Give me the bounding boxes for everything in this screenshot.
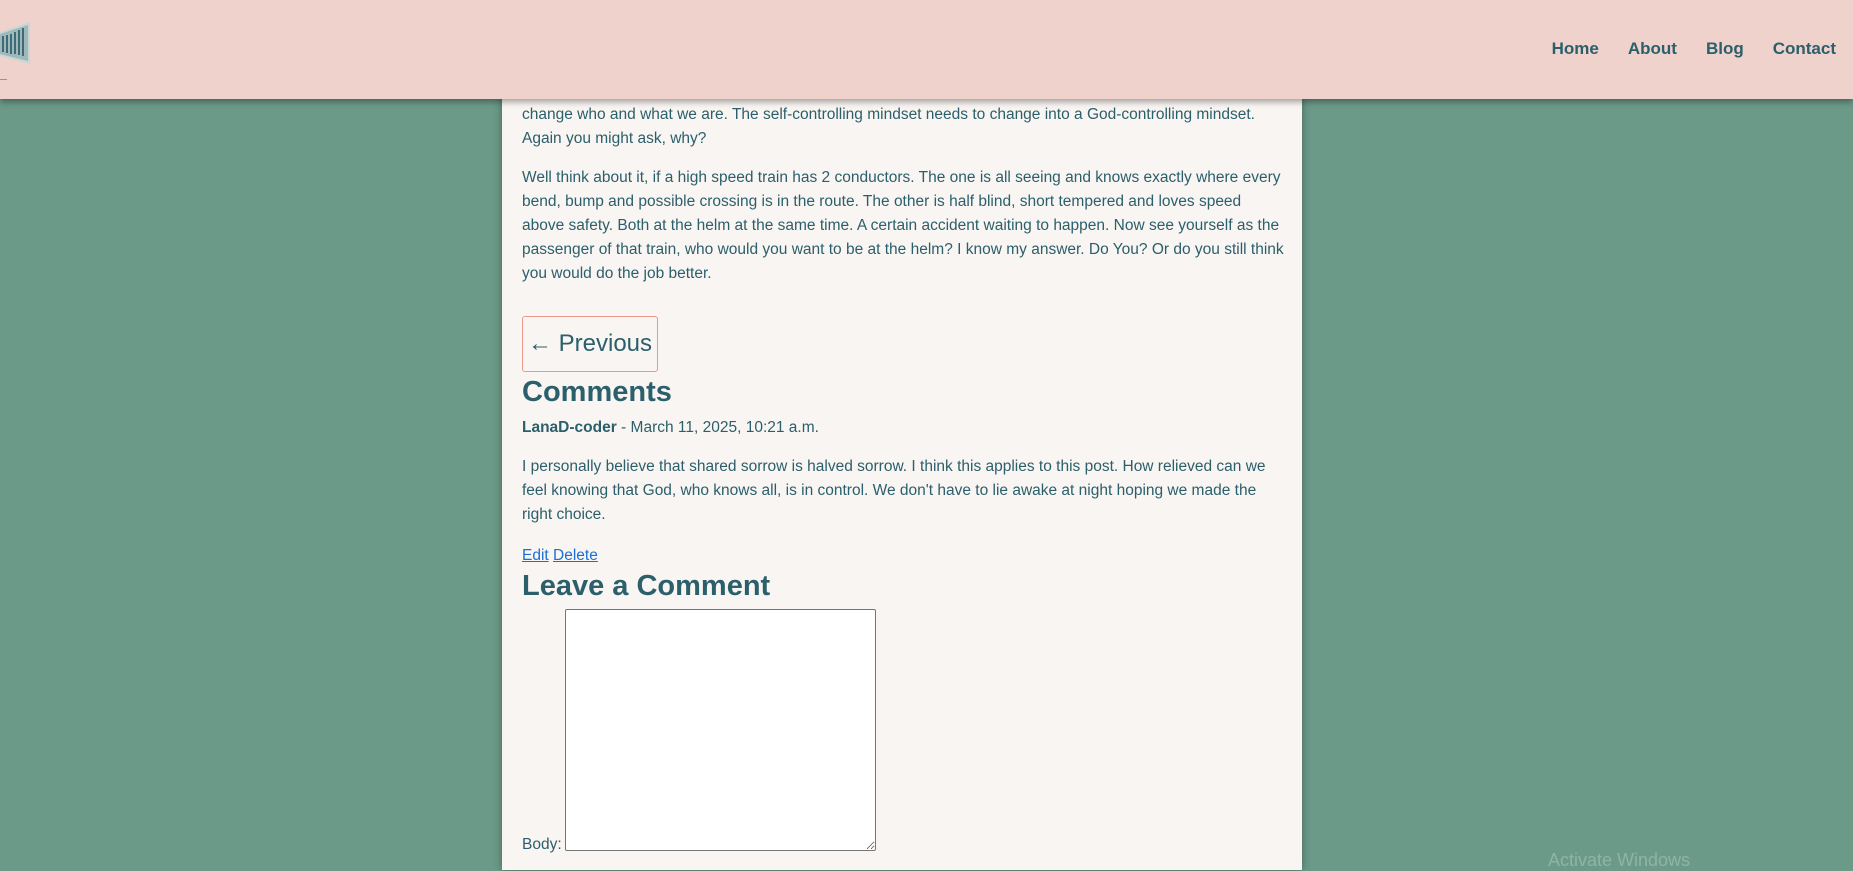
nav-menu: Home About Blog Contact (1523, 39, 1836, 59)
post-paragraph: change who and what we are. The self-con… (522, 106, 1255, 147)
comment-actions: Edit Delete (522, 545, 598, 567)
comments-heading: Comments (522, 376, 672, 408)
nav-link-home[interactable]: Home (1552, 39, 1599, 59)
comment-date: March 11, 2025, 10:21 a.m. (630, 419, 819, 436)
comment-meta: LanaD-coder - March 11, 2025, 10:21 a.m. (522, 417, 819, 439)
nav-link-contact[interactable]: Contact (1773, 39, 1836, 59)
edit-comment-link[interactable]: Edit (522, 547, 549, 564)
comment-body: I personally believe that shared sorrow … (522, 458, 1266, 523)
previous-post-button[interactable]: ← Previous (522, 316, 658, 372)
nav-link-about[interactable]: About (1628, 39, 1677, 59)
comment-author: LanaD-coder (522, 419, 617, 436)
comment-separator: - (616, 419, 631, 436)
delete-comment-link[interactable]: Delete (553, 547, 598, 564)
post-container: change who and what we are. The self-con… (502, 0, 1302, 870)
logo-divider (0, 79, 7, 80)
body-label: Body: (522, 836, 562, 853)
navbar: Home About Blog Contact (0, 0, 1853, 99)
activate-windows-watermark: Activate Windows (1548, 850, 1691, 870)
nav-link-blog[interactable]: Blog (1706, 39, 1744, 59)
site-logo[interactable] (0, 20, 32, 68)
comment-body-textarea[interactable] (565, 609, 876, 851)
logo-icon (0, 22, 30, 64)
leave-comment-heading: Leave a Comment (522, 570, 771, 602)
post-paragraph: Well think about it, if a high speed tra… (522, 169, 1284, 282)
